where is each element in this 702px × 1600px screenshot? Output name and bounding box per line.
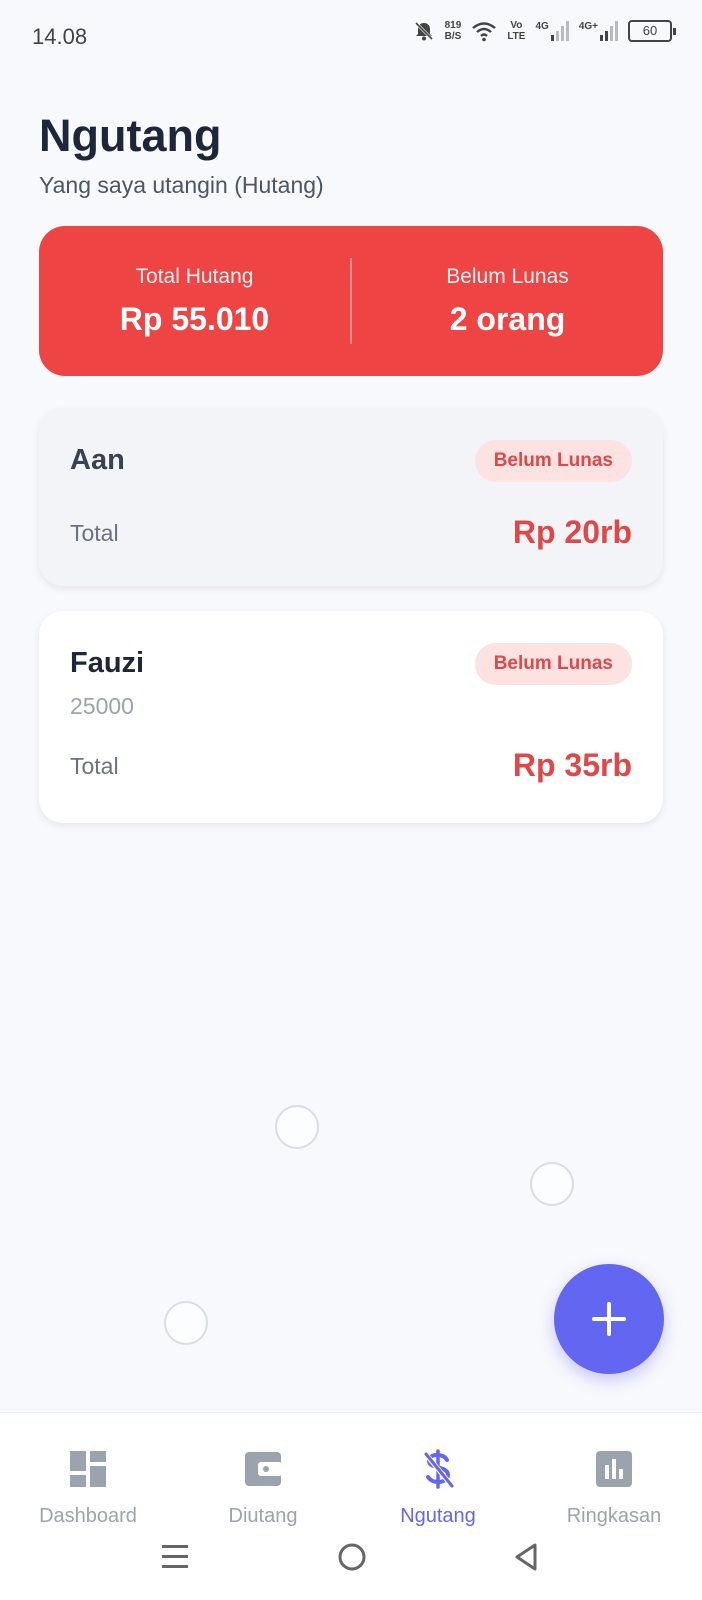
system-nav-bar bbox=[0, 1542, 702, 1582]
decorative-circle bbox=[275, 1105, 319, 1149]
decorative-circle bbox=[530, 1162, 574, 1206]
wallet-icon bbox=[245, 1452, 282, 1486]
wifi-icon bbox=[472, 22, 497, 42]
notifications-muted-icon bbox=[414, 21, 433, 41]
volte-indicator: Vo LTE bbox=[507, 20, 526, 42]
unpaid-summary: Belum Lunas 2 orang bbox=[352, 265, 663, 338]
signal-bars-icon bbox=[600, 21, 618, 41]
bar-chart-icon bbox=[596, 1451, 632, 1487]
network-speed: 819 B/S bbox=[444, 20, 462, 42]
nav-item-dashboard[interactable]: Dashboard bbox=[8, 1447, 168, 1528]
summary-card: Total Hutang Rp 55.010 Belum Lunas 2 ora… bbox=[39, 226, 663, 376]
debtor-name: Fauzi bbox=[70, 647, 145, 679]
status-bar: 14.08 819 B/S Vo LTE 4G 4G+ 60 bbox=[0, 0, 702, 72]
dashboard-icon bbox=[70, 1451, 106, 1487]
battery-icon: 60 bbox=[628, 20, 676, 42]
nav-item-ngutang[interactable]: Ngutang bbox=[358, 1447, 518, 1528]
debtor-name: Aan bbox=[70, 444, 125, 476]
page-title: Ngutang bbox=[39, 110, 222, 161]
menu-icon[interactable] bbox=[161, 1542, 189, 1572]
status-badge: Belum Lunas bbox=[474, 643, 632, 685]
summary-label: Belum Lunas bbox=[446, 264, 569, 288]
total-label: Total bbox=[70, 520, 119, 546]
nav-item-ringkasan[interactable]: Ringkasan bbox=[534, 1447, 694, 1528]
status-icons: 819 B/S Vo LTE 4G 4G+ 60 bbox=[413, 20, 676, 42]
total-value: Rp 20rb bbox=[512, 514, 632, 550]
total-debt-summary: Total Hutang Rp 55.010 bbox=[39, 265, 350, 338]
debt-card[interactable]: Aan Belum Lunas Total Rp 20rb bbox=[39, 408, 663, 586]
debt-note: 25000 bbox=[70, 693, 134, 719]
debt-card[interactable]: Fauzi Belum Lunas 25000 Total Rp 35rb bbox=[39, 611, 663, 823]
nav-label: Ngutang bbox=[400, 1505, 476, 1527]
summary-label: Total Hutang bbox=[135, 264, 254, 288]
total-value: Rp 35rb bbox=[512, 747, 632, 783]
dollar-icon bbox=[422, 1449, 454, 1489]
summary-value: 2 orang bbox=[449, 300, 566, 337]
home-icon[interactable] bbox=[337, 1542, 367, 1572]
signal-bars-icon bbox=[550, 21, 569, 41]
nav-item-diutang[interactable]: Diutang bbox=[183, 1447, 343, 1528]
page-subtitle: Yang saya utangin (Hutang) bbox=[39, 172, 324, 198]
nav-label: Diutang bbox=[228, 1505, 298, 1527]
nav-label: Dashboard bbox=[39, 1505, 137, 1527]
status-time: 14.08 bbox=[32, 24, 88, 49]
nav-label: Ringkasan bbox=[566, 1505, 662, 1527]
total-label: Total bbox=[70, 753, 119, 779]
add-debt-button[interactable] bbox=[554, 1264, 664, 1374]
summary-value: Rp 55.010 bbox=[119, 300, 270, 337]
signal-2: 4G+ bbox=[579, 21, 618, 41]
back-icon[interactable] bbox=[513, 1542, 539, 1572]
status-badge: Belum Lunas bbox=[474, 440, 632, 482]
signal-1: 4G bbox=[535, 21, 569, 41]
decorative-circle bbox=[164, 1301, 208, 1345]
